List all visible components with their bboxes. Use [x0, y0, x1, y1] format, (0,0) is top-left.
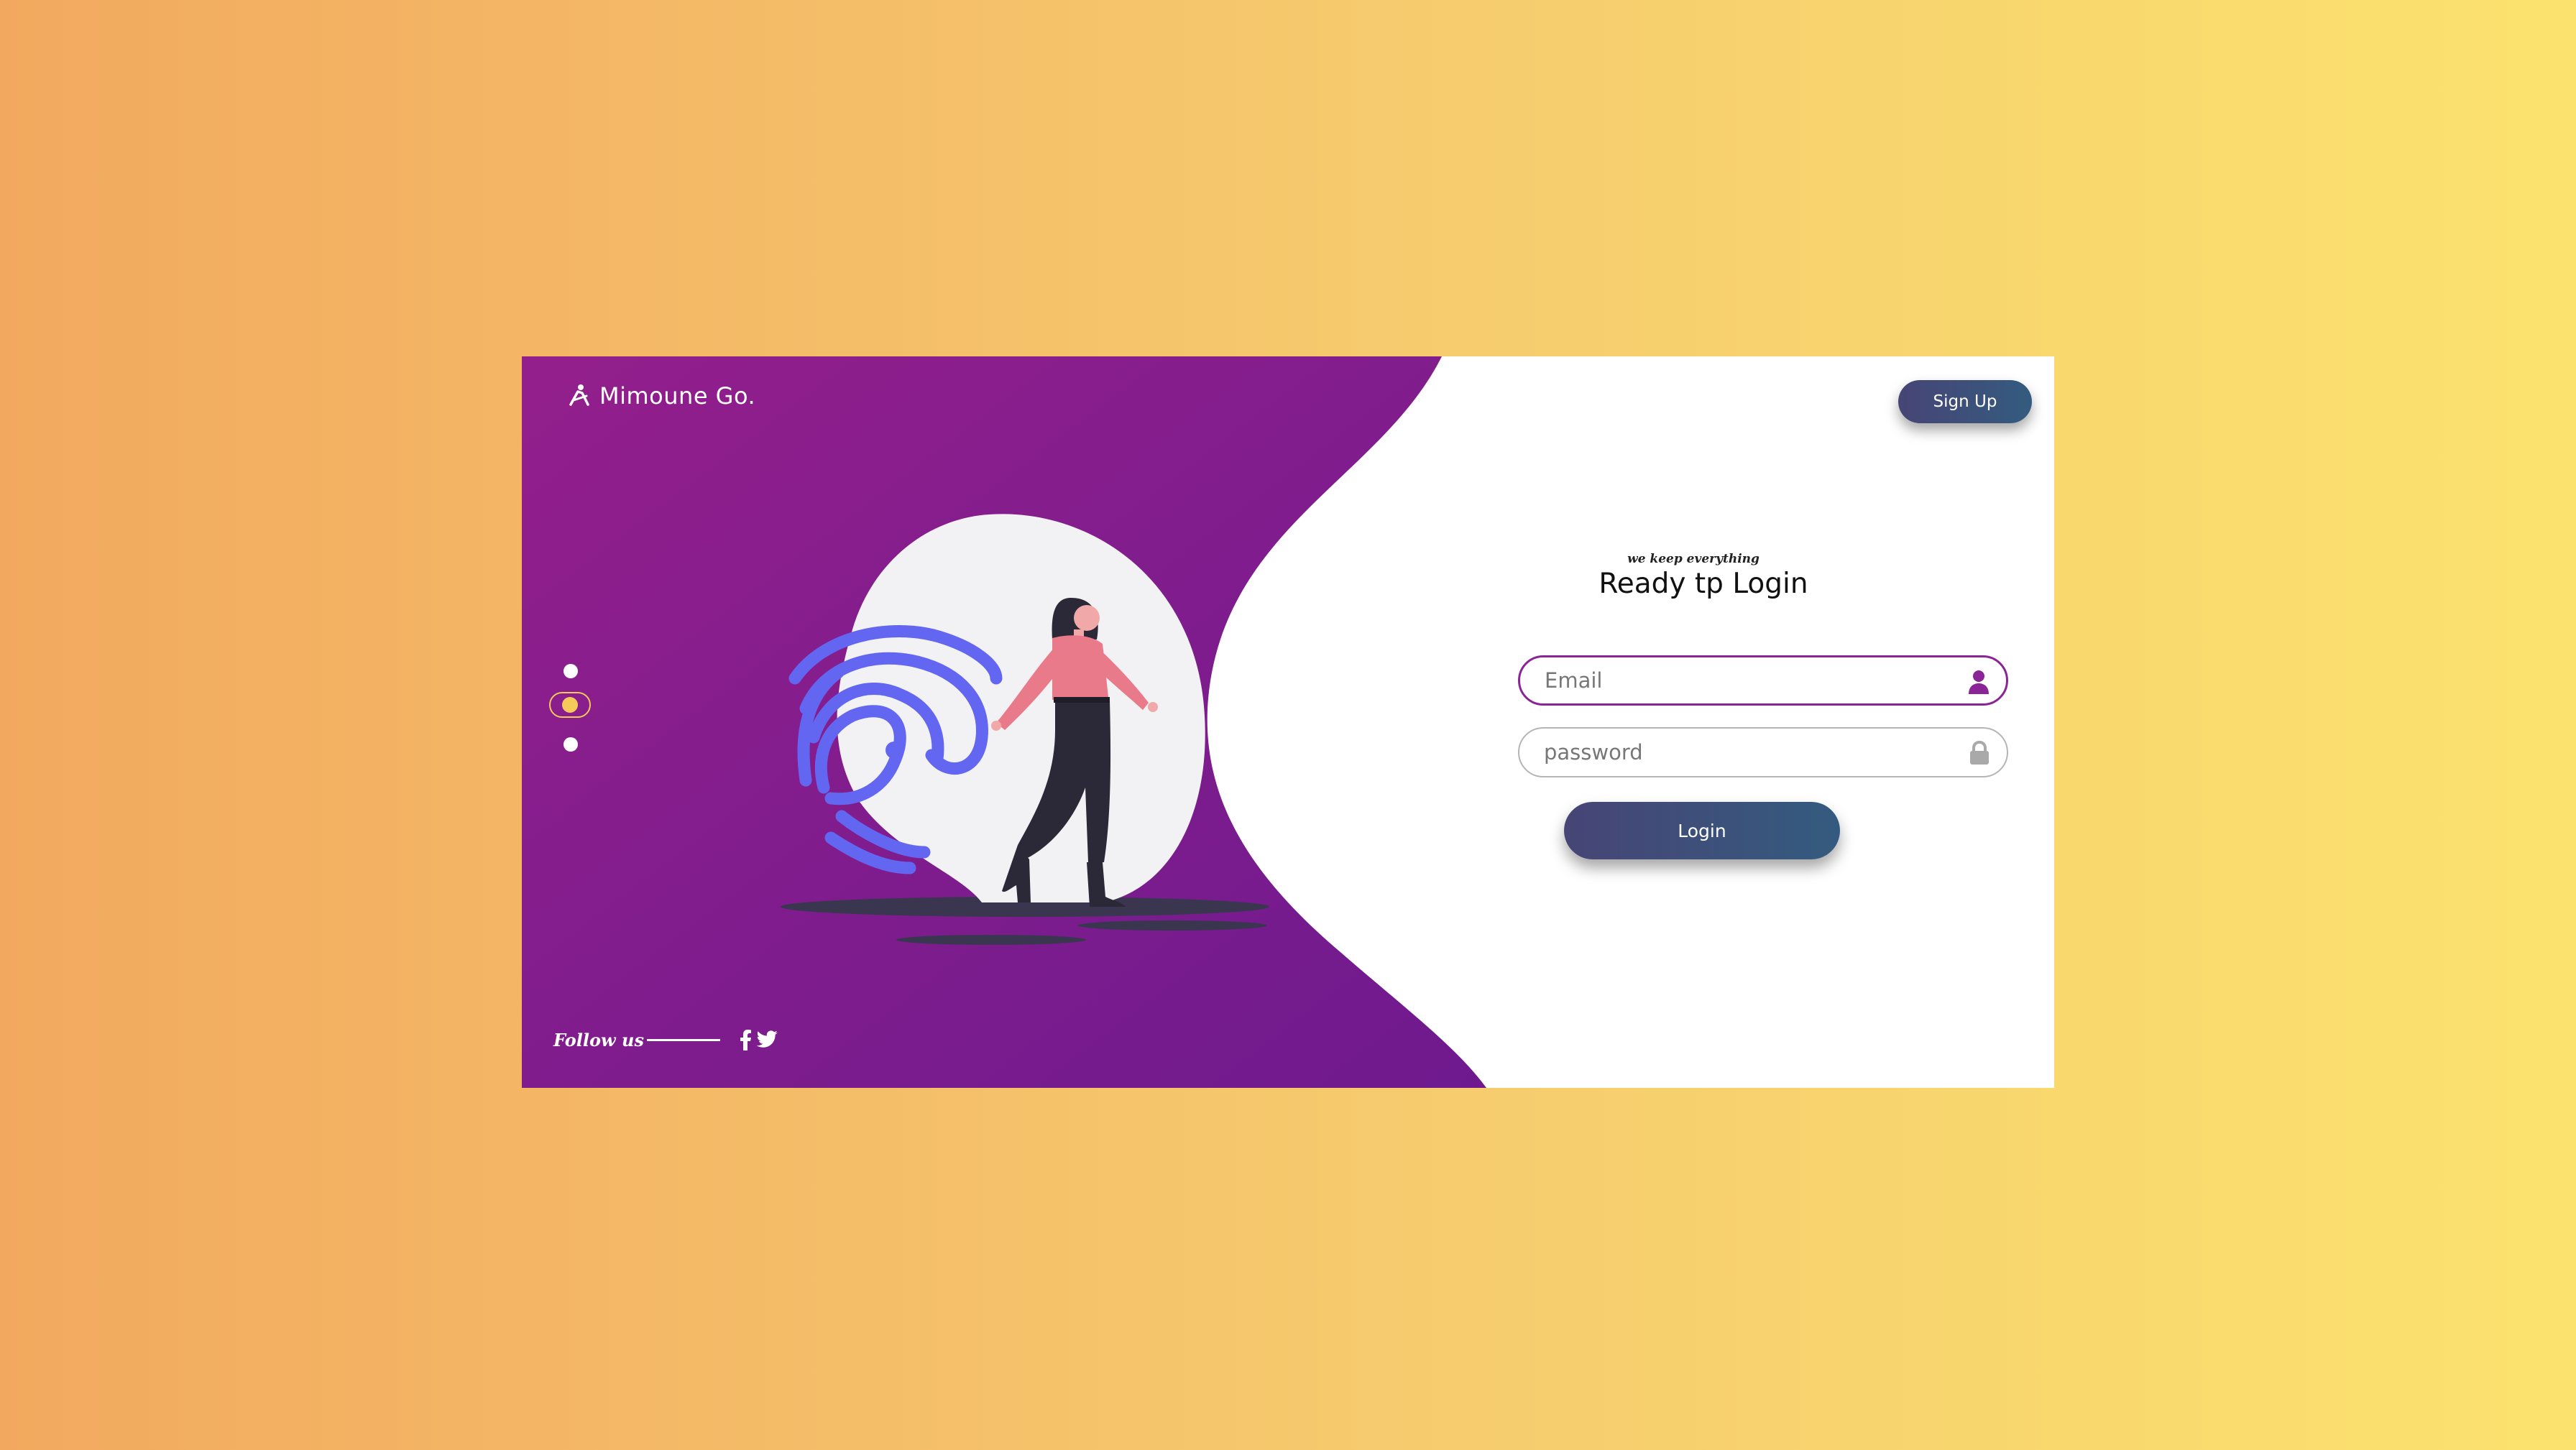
login-card: Mimoune Go. Follow us Sign Up we keep ev…: [522, 356, 2054, 1088]
login-button[interactable]: Login: [1564, 802, 1840, 859]
follow-us: Follow us: [553, 1029, 778, 1050]
password-input[interactable]: [1542, 739, 1948, 765]
follow-divider: [646, 1038, 720, 1041]
social-links: [740, 1029, 778, 1050]
signup-button[interactable]: Sign Up: [1898, 380, 2032, 423]
twitter-icon[interactable]: [756, 1030, 778, 1049]
brand-name: Mimoune Go.: [599, 382, 756, 410]
carousel-dot-1[interactable]: [564, 664, 578, 678]
user-icon: [1969, 670, 1989, 694]
hero-panel: [522, 356, 1486, 1088]
brand[interactable]: Mimoune Go.: [566, 382, 755, 410]
facebook-icon[interactable]: [740, 1029, 752, 1050]
login-eyebrow: we keep everything: [1627, 552, 1760, 566]
email-input[interactable]: [1543, 668, 1949, 693]
password-field[interactable]: [1518, 727, 2008, 777]
login-title: Ready tp Login: [1598, 568, 1808, 600]
follow-label: Follow us: [553, 1029, 644, 1050]
carousel-dot-2[interactable]: [562, 697, 578, 713]
carousel-dot-3[interactable]: [564, 737, 578, 752]
lock-icon: [1970, 741, 1989, 765]
email-field[interactable]: [1518, 655, 2008, 706]
logo-person-icon: [569, 384, 589, 406]
